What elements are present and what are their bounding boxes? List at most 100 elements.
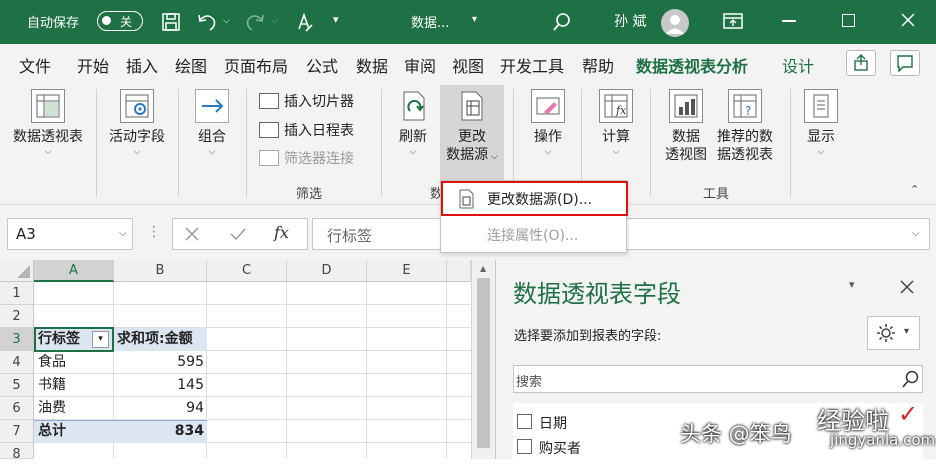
autosave-toggle[interactable]: 关 [97,11,143,31]
file-name[interactable]: 数据... [411,12,449,31]
collapse-ribbon-icon[interactable]: ⌃ [910,183,919,196]
row-header[interactable]: 4 [0,351,34,374]
pane-options-dropdown-icon[interactable]: ▾ [849,278,855,291]
title-bar: 自动保存 关 ⌵ ⌵ ▾ 数据... ▾ 孙 斌 [0,0,936,44]
tab-insert[interactable]: 插入 [126,53,158,77]
field-search-input[interactable]: 搜索 [513,365,923,393]
pane-close-icon[interactable] [900,280,914,294]
column-header-a[interactable]: A [34,260,114,282]
column-header-b[interactable]: B [114,260,207,282]
save-icon[interactable] [161,12,181,32]
group-label: 组合 [198,129,226,145]
grand-total-value[interactable]: 834 [114,420,207,443]
insert-timeline-button[interactable]: 插入日程表 [259,120,354,140]
insert-slicer-button[interactable]: 插入切片器 [259,91,354,111]
group-button[interactable]: 组合 ⌵ [186,89,238,158]
divider [96,89,97,197]
cancel-icon[interactable] [184,226,200,242]
drag-handle-icon[interactable]: ⋮ [147,224,161,240]
pivot-table-button[interactable]: 数据透视表 ⌵ [8,89,88,158]
scrollbar-thumb[interactable] [477,278,490,448]
row-header[interactable]: 7 [0,420,34,443]
tab-data[interactable]: 数据 [356,53,388,77]
tab-pivot-analyze[interactable]: 数据透视表分析 [636,53,749,86]
row-header[interactable]: 8 [0,443,34,462]
tab-home[interactable]: 开始 [77,53,109,77]
tab-formulas[interactable]: 公式 [306,53,338,77]
pivot-row-value[interactable]: 595 [114,351,207,374]
name-box-dropdown-icon[interactable]: ⌵ [119,228,127,239]
column-header-f[interactable] [447,260,471,282]
pivot-row-label[interactable]: 油费 [35,397,113,420]
vertical-scrollbar[interactable]: ▲ [471,260,495,459]
pivot-row-label[interactable]: 书籍 [35,374,113,397]
pivot-row-value[interactable]: 145 [114,374,207,397]
undo-dropdown-icon[interactable]: ⌵ [223,16,230,26]
tab-help[interactable]: 帮助 [582,53,614,77]
maximize-icon[interactable] [842,14,855,27]
row-header-selected[interactable]: 3 [0,328,34,351]
show-button[interactable]: 显示 ⌵ [798,89,844,158]
minimize-icon[interactable] [782,20,796,22]
sum-amount-header[interactable]: 求和项:金额 [114,328,207,351]
change-data-source-button[interactable]: 更改 数据源 ⌵ [440,89,504,166]
search-icon[interactable] [551,11,573,33]
filter-connections-button[interactable]: 筛选器连接 [259,148,354,168]
expand-formula-icon[interactable]: ⌵ [912,228,920,239]
active-field-button[interactable]: 活动字段 ⌵ [104,89,170,158]
field-checkbox-date[interactable] [517,414,532,429]
close-icon[interactable] [899,11,917,29]
avatar[interactable] [661,9,689,37]
row-header[interactable]: 1 [0,282,34,305]
pivot-chart-button[interactable]: 数据 透视图 [660,89,712,164]
redo-dropdown-icon[interactable]: ⌵ [271,16,278,26]
scroll-up-icon[interactable]: ▲ [480,264,486,273]
watermark-checkmark-icon: ✓ [898,400,919,428]
tab-review[interactable]: 审阅 [404,53,436,77]
calculations-button[interactable]: fx 计算 ⌵ [590,89,642,158]
refresh-button[interactable]: 刷新 ⌵ [390,89,436,158]
pane-title: 数据透视表字段 [513,280,681,308]
active-cell-border [34,327,114,352]
comments-button[interactable] [890,50,920,76]
row-header[interactable]: 2 [0,305,34,328]
insert-function-icon[interactable]: fx [274,223,289,242]
chevron-down-icon: ⌵ [544,147,552,157]
toggle-label: 关 [120,15,133,29]
row-header[interactable]: 6 [0,397,34,420]
format-painter-icon[interactable] [294,11,314,33]
enter-icon[interactable] [229,226,247,242]
user-name[interactable]: 孙 斌 [614,11,646,31]
actions-icon [531,89,565,123]
tab-page-layout[interactable]: 页面布局 [224,53,288,77]
grand-total-label[interactable]: 总计 [35,420,113,443]
tools-gear-button[interactable]: ▾ [867,316,920,350]
field-checkbox-buyer[interactable] [517,439,532,454]
insert-slicer-label: 插入切片器 [284,94,354,110]
pivot-row-label[interactable]: 食品 [35,351,113,374]
menu-item-change-source[interactable]: 更改数据源(D)... [487,189,592,209]
share-button[interactable] [846,50,876,76]
recommended-pivots-button[interactable]: ? 推荐的数 据透视表 [712,89,778,164]
column-header-d[interactable]: D [287,260,367,282]
spreadsheet-grid[interactable]: A B C D E 1 2 3 4 5 6 7 8 行标签 ▾ 求和项:金额 食… [0,260,495,462]
tab-view[interactable]: 视图 [452,53,484,77]
tab-file[interactable]: 文件 [19,53,51,77]
undo-icon[interactable] [196,12,218,32]
pivot-row-value[interactable]: 94 [114,397,207,420]
name-box[interactable]: A3 [7,218,133,250]
filename-dropdown-icon[interactable]: ▾ [472,14,477,25]
customize-qat-icon[interactable]: ▾ [333,13,339,26]
tab-developer[interactable]: 开发工具 [500,53,564,77]
actions-button[interactable]: 操作 ⌵ [522,89,574,158]
select-all-corner[interactable] [0,260,34,282]
column-header-e[interactable]: E [367,260,447,282]
column-header-c[interactable]: C [207,260,287,282]
menu-item-connection-properties[interactable]: 连接属性(O)... [487,225,578,245]
refresh-label: 刷新 [399,129,427,145]
tab-design[interactable]: 设计 [782,53,814,77]
row-header[interactable]: 5 [0,374,34,397]
redo-icon[interactable] [244,12,266,32]
ribbon-display-icon[interactable] [722,11,744,31]
tab-draw[interactable]: 绘图 [175,53,207,77]
